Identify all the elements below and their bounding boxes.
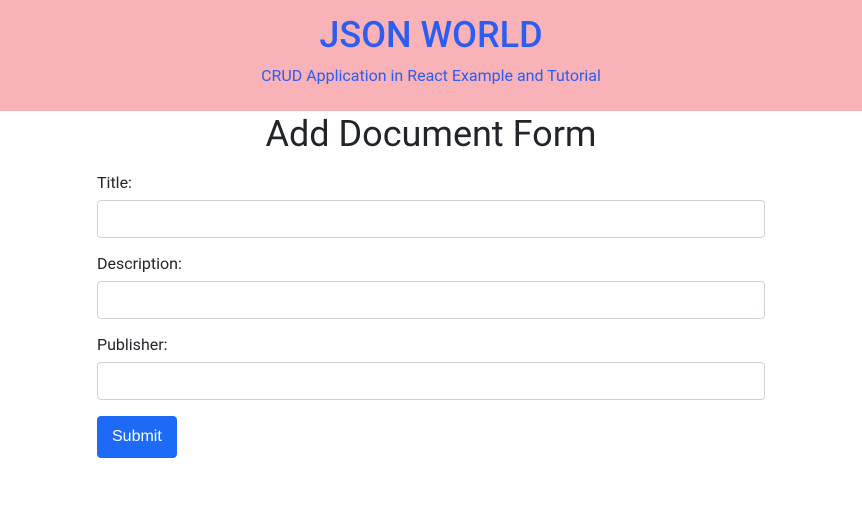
form-group-title: Title: — [97, 173, 765, 238]
header-title: JSON WORLD — [0, 14, 862, 56]
publisher-input[interactable] — [97, 362, 765, 400]
title-input[interactable] — [97, 200, 765, 238]
header-subtitle: CRUD Application in React Example and Tu… — [0, 66, 862, 85]
main-container: Add Document Form Title: Description: Pu… — [91, 113, 771, 458]
form-group-description: Description: — [97, 254, 765, 319]
submit-button[interactable]: Submit — [97, 416, 177, 458]
description-input[interactable] — [97, 281, 765, 319]
add-document-form: Title: Description: Publisher: Submit — [97, 173, 765, 458]
form-group-publisher: Publisher: — [97, 335, 765, 400]
title-label: Title: — [97, 173, 765, 192]
page-header: JSON WORLD CRUD Application in React Exa… — [0, 0, 862, 111]
page-title: Add Document Form — [97, 113, 765, 155]
description-label: Description: — [97, 254, 765, 273]
publisher-label: Publisher: — [97, 335, 765, 354]
